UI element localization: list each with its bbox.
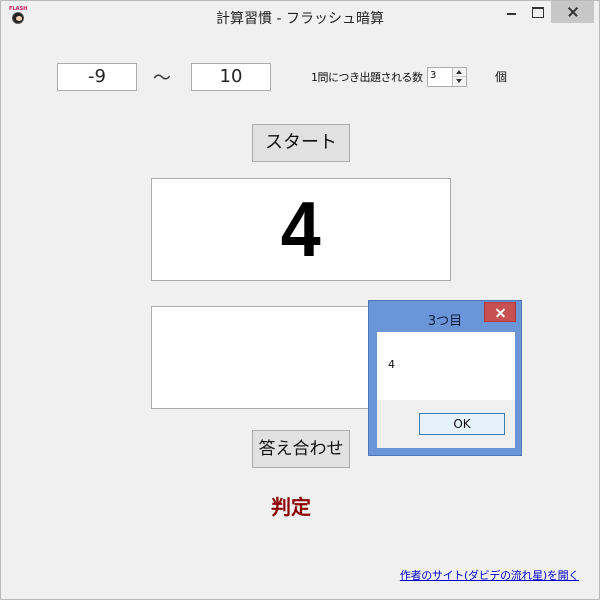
range-min-input[interactable]: -9 xyxy=(57,63,137,91)
close-button[interactable] xyxy=(551,1,594,23)
number-display: 4 xyxy=(151,178,451,281)
display-number: 4 xyxy=(281,185,321,273)
count-label: 1問につき出題される数 xyxy=(311,71,423,84)
range-max-input[interactable]: 10 xyxy=(191,63,271,91)
dialog-close-button[interactable] xyxy=(484,302,516,322)
stepper-buttons xyxy=(452,68,466,86)
count-stepper[interactable]: 3 xyxy=(427,67,467,87)
start-button[interactable]: スタート xyxy=(252,124,350,162)
count-unit: 個 xyxy=(495,70,508,84)
check-answer-button[interactable]: 答え合わせ xyxy=(252,430,350,468)
minimize-button[interactable] xyxy=(496,1,526,23)
author-site-link[interactable]: 作者のサイト(ダビデの流れ星)を開く xyxy=(400,567,579,583)
dialog-ok-button[interactable]: OK xyxy=(419,413,505,435)
title-bar[interactable]: FLASH 計算習慣 - フラッシュ暗算 xyxy=(1,1,599,31)
dialog-body: 4 xyxy=(377,332,515,400)
judge-label: 判定 xyxy=(271,495,311,519)
dialog-message: 4 xyxy=(388,358,395,371)
stepper-up-icon[interactable] xyxy=(453,68,466,77)
range-separator: ～ xyxy=(153,68,171,89)
dialog-footer: OK xyxy=(377,400,515,448)
message-dialog: 3つ目 4 OK xyxy=(368,300,522,456)
stepper-down-icon[interactable] xyxy=(453,77,466,86)
maximize-button[interactable] xyxy=(527,1,547,23)
count-stepper-value[interactable]: 3 xyxy=(430,70,436,81)
